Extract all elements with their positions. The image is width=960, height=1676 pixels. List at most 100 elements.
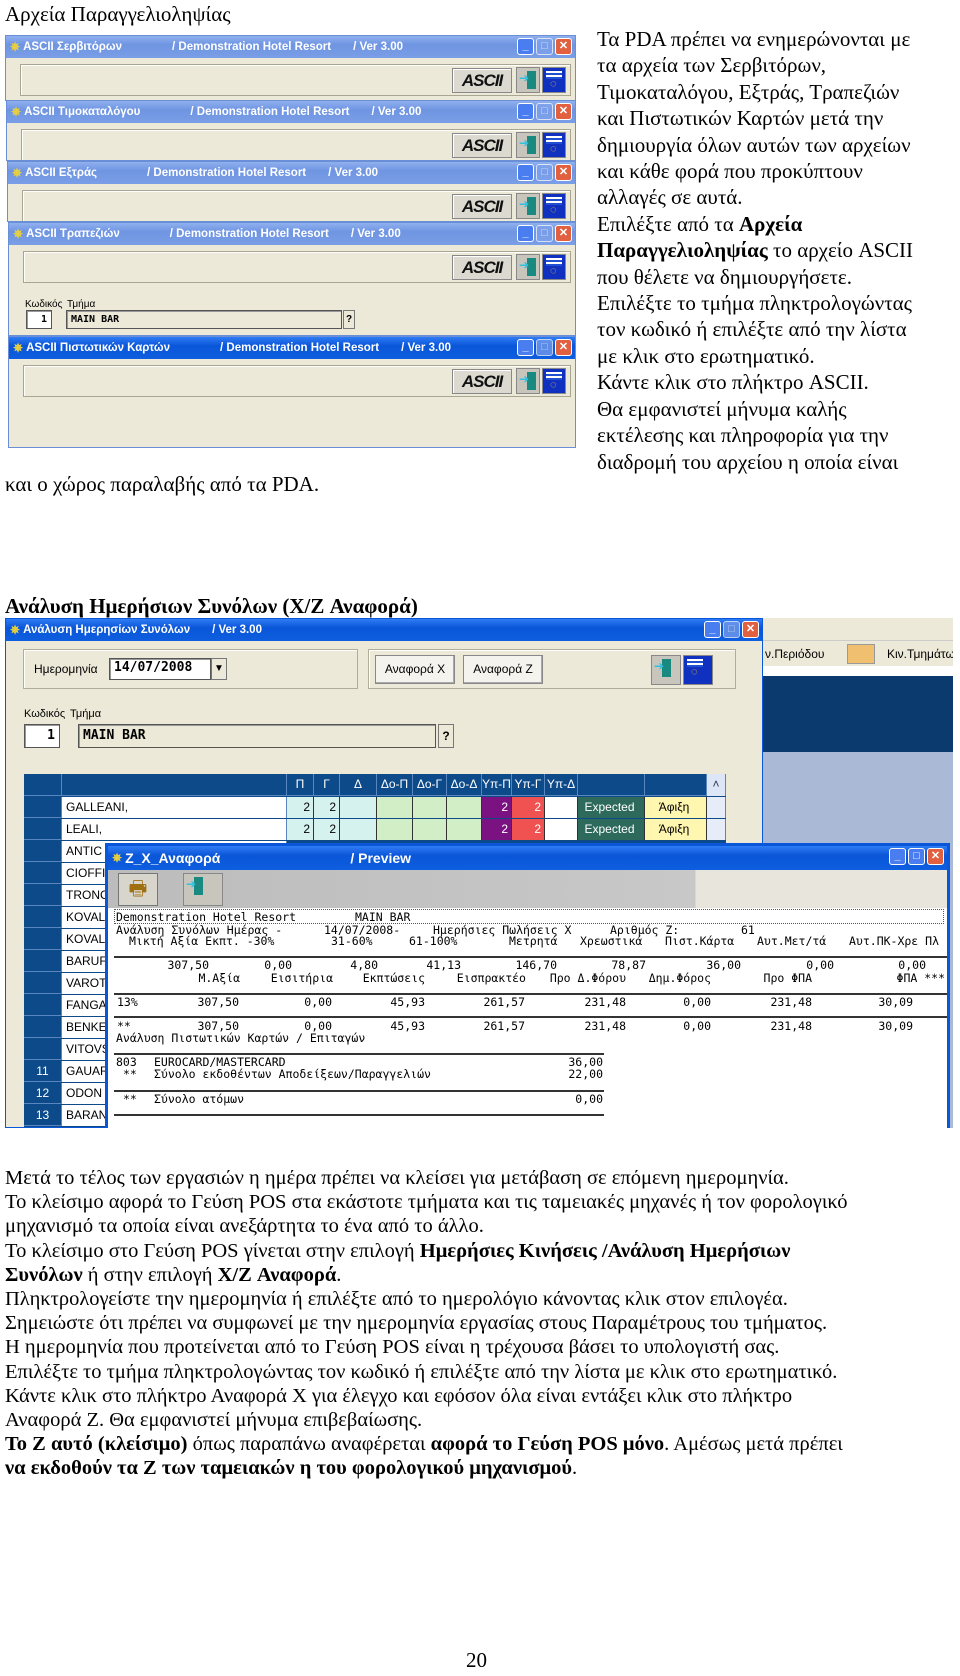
language-flag-icon[interactable] (542, 193, 566, 219)
exit-door-icon[interactable] (516, 67, 540, 93)
row-name[interactable]: LEALI, (62, 819, 287, 840)
title-bar[interactable]: ✵ ASCII Εξτράς / Demonstration Hotel Resor… (8, 162, 575, 184)
row-cell[interactable]: Άφιξη (645, 797, 707, 818)
row-cell[interactable] (447, 797, 482, 818)
row-name[interactable]: GALLEANI, (62, 797, 287, 818)
language-flag-icon[interactable] (542, 254, 566, 280)
column-header[interactable]: Υπ-Γ (512, 774, 545, 796)
print-icon[interactable]: 🖶 (118, 873, 158, 906)
minimize-button[interactable]: _ (517, 339, 534, 356)
scrollbar-track[interactable] (707, 797, 726, 818)
window-version: / Ver 3.00 (212, 624, 262, 636)
scrollbar-track[interactable] (707, 819, 726, 840)
report-z-button[interactable]: Αναφορά Z (463, 655, 543, 684)
row-cell[interactable] (340, 819, 377, 840)
row-cell[interactable] (377, 797, 413, 818)
department-field[interactable]: MAIN BAR (78, 724, 436, 748)
preview-title-bar[interactable]: ✵ Z_X_Αναφορά / Preview _ □ ✕ (108, 846, 947, 870)
minimize-button[interactable]: _ (889, 848, 906, 865)
exit-door-icon[interactable] (183, 873, 223, 906)
period-tab[interactable]: ν.Περιόδου (765, 641, 824, 666)
column-header[interactable] (24, 774, 62, 796)
app-star-icon: ✵ (11, 105, 22, 119)
maximize-button[interactable]: □ (908, 848, 925, 865)
date-dropdown-button[interactable]: ▼ (211, 658, 227, 680)
column-header[interactable] (578, 774, 645, 796)
code-field[interactable]: 1 (24, 724, 60, 748)
language-flag-icon[interactable] (542, 132, 566, 158)
row-cell[interactable]: 2 (314, 819, 340, 840)
title-bar[interactable]: ✵ ASCII Σερβιτόρων / Demonstration Hotel R… (6, 36, 575, 58)
row-cell[interactable]: 2 (512, 819, 545, 840)
column-header[interactable]: Δ (340, 774, 377, 796)
exit-door-icon[interactable] (516, 193, 540, 219)
language-flag-icon[interactable] (683, 655, 713, 685)
ascii-button[interactable]: ASCII (452, 369, 512, 394)
close-button[interactable]: ✕ (742, 621, 759, 638)
right-text-line: αλλαγές σε αυτά. (597, 184, 913, 210)
date-field[interactable]: 14/07/2008 (109, 658, 211, 680)
row-cell[interactable]: 2 (314, 797, 340, 818)
ascii-button[interactable]: ASCII (452, 255, 512, 280)
column-header[interactable] (645, 774, 707, 796)
language-flag-icon[interactable] (542, 368, 566, 394)
row-cell[interactable]: 2 (287, 797, 314, 818)
row-cell[interactable] (413, 797, 447, 818)
exit-door-icon[interactable] (516, 368, 540, 394)
row-cell[interactable]: 2 (482, 797, 512, 818)
column-header[interactable]: Δο-Π (377, 774, 413, 796)
ascii-button[interactable]: ASCII (452, 68, 512, 93)
close-button[interactable]: ✕ (927, 848, 944, 865)
title-bar[interactable]: ✵ ASCII Τραπεζιών / Demonstration Hotel Re… (9, 223, 575, 245)
department-field[interactable]: MAIN BAR (66, 310, 342, 329)
column-header[interactable]: Π (287, 774, 314, 796)
window-controls: _ □ ✕ (517, 38, 572, 55)
row-cell[interactable]: 2 (287, 819, 314, 840)
column-header[interactable]: Υπ-Π (482, 774, 512, 796)
ascii-button[interactable]: ASCII (452, 133, 512, 158)
code-field[interactable]: 1 (26, 310, 52, 329)
row-cell[interactable] (545, 819, 578, 840)
row-cell[interactable] (545, 797, 578, 818)
title-bar[interactable]: ✵ Ανάλυση Ημερησίων Συνόλων / Ver 3.00 _… (6, 619, 762, 641)
close-button[interactable]: ✕ (555, 339, 572, 356)
minimize-button[interactable]: _ (517, 225, 534, 242)
row-cell[interactable]: 2 (482, 819, 512, 840)
department-lookup-button[interactable]: ? (438, 724, 454, 748)
minimize-button[interactable]: _ (704, 621, 721, 638)
close-button[interactable]: ✕ (555, 103, 572, 120)
exit-door-icon[interactable] (516, 132, 540, 158)
row-cell[interactable] (447, 819, 482, 840)
close-button[interactable]: ✕ (555, 164, 572, 181)
report-x-button[interactable]: Αναφορά X (375, 655, 455, 684)
department-lookup-button[interactable]: ? (343, 310, 355, 329)
row-cell[interactable]: Expected (578, 797, 645, 818)
column-header[interactable]: Δο-Γ (413, 774, 447, 796)
departments-tab[interactable]: Κιν.Τμημάτων (887, 641, 953, 666)
minimize-button[interactable]: _ (517, 164, 534, 181)
row-cell[interactable] (340, 797, 377, 818)
row-cell[interactable]: Expected (578, 819, 645, 840)
close-button[interactable]: ✕ (555, 38, 572, 55)
report-value: ** (123, 1067, 137, 1081)
ascii-button[interactable]: ASCII (452, 194, 512, 219)
column-header[interactable]: Δο-Δ (447, 774, 482, 796)
minimize-button[interactable]: _ (517, 38, 534, 55)
scroll-up-button[interactable]: ˄ (707, 774, 726, 796)
title-bar[interactable]: ✵ ASCII Τιμοκαταλόγου / Demonstration Hote… (7, 101, 575, 123)
minimize-button[interactable]: _ (517, 103, 534, 120)
column-header[interactable] (62, 774, 287, 796)
row-cell[interactable] (413, 819, 447, 840)
row-cell[interactable]: 2 (512, 797, 545, 818)
exit-door-icon[interactable] (651, 655, 681, 685)
column-header[interactable]: Υπ-Δ (545, 774, 578, 796)
calendar-icon[interactable] (847, 644, 875, 664)
language-flag-icon[interactable] (542, 67, 566, 93)
row-cell[interactable] (377, 819, 413, 840)
report-label: Εκπτώσεις (362, 971, 425, 985)
title-bar[interactable]: ✵ ASCII Πιστωτικών Καρτών / Demonstration … (9, 337, 575, 359)
row-cell[interactable]: Άφιξη (645, 819, 707, 840)
column-header[interactable]: Γ (314, 774, 340, 796)
close-button[interactable]: ✕ (555, 225, 572, 242)
exit-door-icon[interactable] (516, 254, 540, 280)
